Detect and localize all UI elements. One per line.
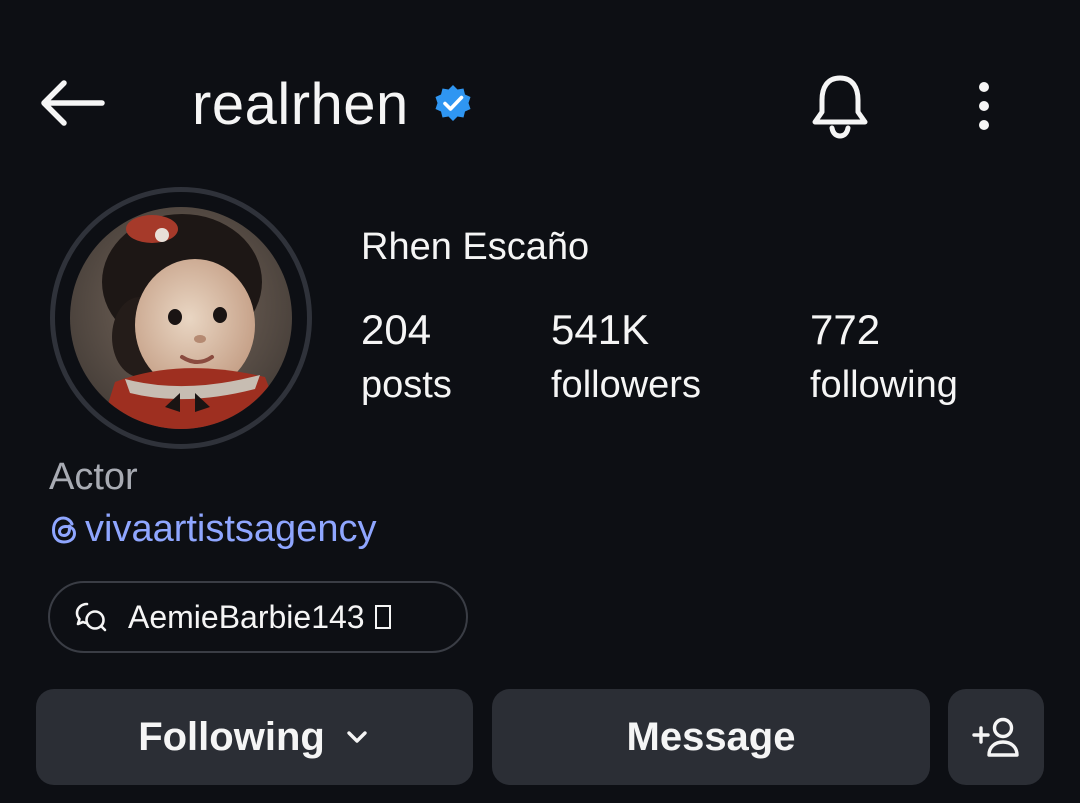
profile-screen: realrhen Rhen Escaño 204 posts 541K foll… <box>0 0 1080 803</box>
avatar <box>70 207 292 429</box>
followers-label: followers <box>551 364 701 406</box>
chip-label: AemieBarbie143 <box>128 598 365 635</box>
back-button[interactable] <box>36 70 108 136</box>
more-options-button[interactable] <box>954 66 1014 146</box>
chevron-down-icon <box>343 723 371 751</box>
full-name: Rhen Escaño <box>361 226 590 268</box>
suggested-accounts-button[interactable] <box>948 689 1044 785</box>
more-vertical-icon <box>976 81 992 131</box>
username-header: realrhen <box>192 64 473 144</box>
following-stat[interactable]: 772 following <box>810 304 958 414</box>
following-button-label: Following <box>138 714 325 759</box>
threads-chip[interactable]: AemieBarbie143 <box>48 581 468 653</box>
add-person-icon <box>970 715 1022 759</box>
message-button[interactable]: Message <box>492 689 930 785</box>
posts-stat[interactable]: 204 posts <box>361 304 452 414</box>
threads-link[interactable]: vivaartistsagency <box>49 508 376 551</box>
notifications-button[interactable] <box>800 66 880 146</box>
bell-icon <box>808 72 872 140</box>
threads-icon <box>49 514 81 546</box>
followers-count: 541K <box>551 306 650 353</box>
posts-label: posts <box>361 364 452 406</box>
followers-stat[interactable]: 541K followers <box>551 304 701 414</box>
verified-badge-icon <box>433 84 473 124</box>
chat-bubbles-icon <box>74 600 108 634</box>
arrow-left-icon <box>38 79 106 127</box>
posts-count: 204 <box>361 306 432 353</box>
placeholder-glyph-icon <box>374 605 391 629</box>
username: realrhen <box>192 71 409 137</box>
profile-picture-ring[interactable] <box>50 187 312 449</box>
bio-category: Actor <box>49 456 138 498</box>
following-count: 772 <box>810 306 881 353</box>
threads-username: vivaartistsagency <box>85 508 377 550</box>
message-button-label: Message <box>626 714 796 759</box>
following-label: following <box>810 364 958 406</box>
following-button[interactable]: Following <box>36 689 473 785</box>
